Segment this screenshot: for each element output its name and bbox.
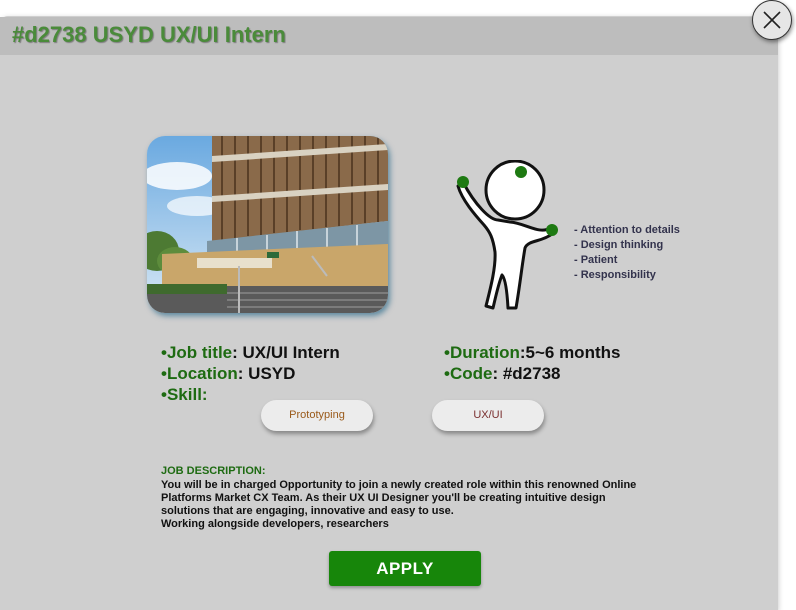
apply-button[interactable]: APPLY [329, 551, 481, 586]
building-photo [147, 136, 388, 313]
description-line: You will be in charged Opportunity to jo… [161, 479, 637, 491]
job-info-left: •Job title: UX/UI Intern •Location: USYD… [161, 342, 340, 405]
description-line: solutions that are engaging, innovative … [161, 505, 454, 517]
close-button[interactable] [752, 0, 792, 40]
skill-chip-ux-ui[interactable]: UX/UI [432, 400, 544, 431]
location-row: •Location: USYD [161, 364, 296, 383]
description-body: You will be in charged Opportunity to jo… [161, 479, 661, 531]
description-line: Working alongside developers, researcher… [161, 518, 389, 530]
duration-label: Duration [449, 343, 520, 362]
job-title-value: : UX/UI Intern [232, 343, 340, 362]
job-info-right: •Duration:5~6 months •Code: #d2738 [444, 342, 620, 384]
traits-list: - Attention to details - Design thinking… [574, 223, 680, 283]
trait-item: - Attention to details [574, 224, 680, 236]
person-figure [456, 160, 558, 310]
code-label: Code [449, 364, 493, 383]
skill-chip-prototyping[interactable]: Prototyping [261, 400, 373, 431]
duration-row: •Duration:5~6 months [444, 343, 621, 362]
title-bar: #d2738 USYD UX/UI Intern [0, 17, 778, 55]
job-title-row: •Job title: UX/UI Intern [161, 343, 340, 362]
trait-item: - Design thinking [574, 239, 664, 251]
description-line: Platforms Market CX Team. As their UX UI… [161, 492, 606, 504]
code-row: •Code: #d2738 [444, 364, 561, 383]
trait-item: - Patient [574, 254, 618, 266]
location-value: : USYD [237, 364, 296, 383]
description-heading: JOB DESCRIPTION: [161, 465, 266, 477]
close-icon [763, 11, 781, 29]
job-title-label: Job title [166, 343, 233, 362]
skill-label: Skill: [166, 385, 208, 404]
code-value: : #d2738 [492, 364, 561, 383]
location-label: Location [166, 364, 238, 383]
page-title: #d2738 USYD UX/UI Intern [12, 22, 286, 47]
duration-value: :5~6 months [519, 343, 621, 362]
trait-item: - Responsibility [574, 269, 656, 281]
